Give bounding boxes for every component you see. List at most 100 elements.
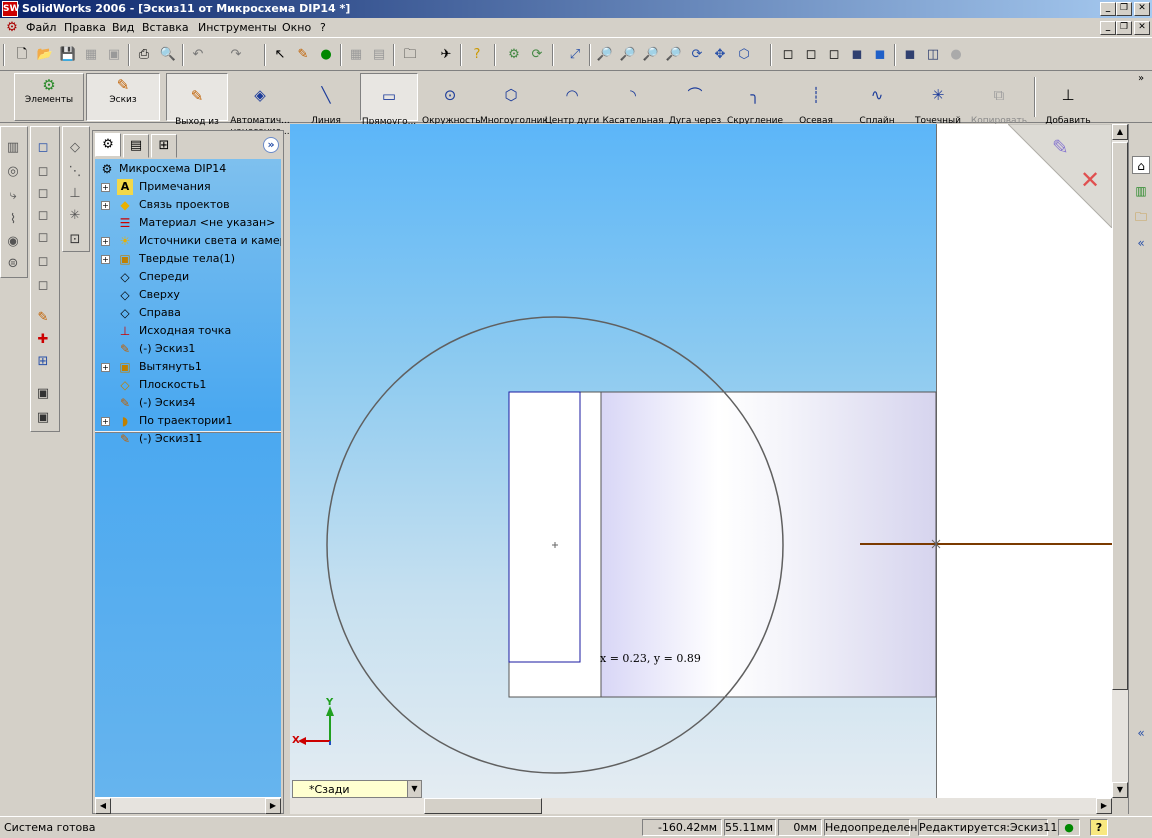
graphics-horizontal-scrollbar[interactable]: ▶ bbox=[290, 798, 1112, 814]
add-relation-button[interactable]: ⊥ Добавить взаимосв... bbox=[1040, 73, 1096, 137]
copy-entities-button[interactable]: ⧉ Копировать объекты bbox=[970, 73, 1028, 137]
loft-icon[interactable]: ⌇ bbox=[4, 211, 22, 229]
tree-item[interactable]: ✎ (-) Эскиз4 bbox=[95, 394, 281, 412]
stack-icon[interactable]: ▣ bbox=[34, 409, 52, 427]
tree-item[interactable]: + ☀ Источники света и камеры bbox=[95, 232, 281, 250]
section-view-icon[interactable]: ◫ bbox=[923, 45, 943, 65]
tab-feature-tree[interactable]: ⚙ bbox=[95, 133, 121, 157]
scroll-right-icon[interactable]: ▶ bbox=[1096, 798, 1112, 814]
home-icon[interactable]: ⌂ bbox=[1132, 156, 1150, 174]
tab-configuration-manager[interactable]: ⊞ bbox=[151, 134, 177, 158]
expand-icon[interactable]: + bbox=[101, 255, 110, 264]
print-preview-icon[interactable]: 🔍 bbox=[158, 45, 178, 65]
tab-property-manager[interactable]: ▤ bbox=[123, 134, 149, 158]
cube-outline-icon[interactable]: ◻ bbox=[34, 163, 52, 181]
tree-item[interactable]: + ◗ По траектории1 bbox=[95, 412, 281, 430]
expand-icon[interactable]: + bbox=[101, 201, 110, 210]
menu-file[interactable]: Файл bbox=[26, 21, 56, 34]
cube-icon[interactable]: ◻ bbox=[34, 139, 52, 157]
tree-item[interactable]: ◇ Справа bbox=[95, 304, 281, 322]
tree-item[interactable]: + ▣ Твердые тела(1) bbox=[95, 250, 281, 268]
cube-outline-icon[interactable]: ◻ bbox=[34, 253, 52, 271]
exit-sketch-corner-icon[interactable]: ✎ bbox=[1052, 135, 1069, 159]
auto-dimension-button[interactable]: ◈ Автоматич... нанесение... bbox=[230, 73, 290, 137]
feature-tree-scrollbar[interactable]: ◀ ▶ bbox=[95, 797, 281, 814]
3d-sketch-icon[interactable]: ⚙ bbox=[504, 45, 524, 65]
pattern-icon[interactable]: ⊜ bbox=[4, 255, 22, 273]
expand-icon[interactable]: + bbox=[101, 183, 110, 192]
scroll-up-icon[interactable]: ▲ bbox=[1112, 124, 1128, 140]
tangent-arc-button[interactable]: ◝ Касательная дуга bbox=[602, 73, 664, 137]
traffic-light-icon[interactable]: ● bbox=[316, 45, 336, 65]
save-all-icon[interactable]: ▦ bbox=[81, 45, 101, 65]
graphics-vertical-scrollbar[interactable]: ▲ ▼ bbox=[1112, 124, 1128, 798]
mate-reference-icon[interactable]: ⊡ bbox=[66, 231, 84, 249]
plane-tool-icon[interactable]: ◇ bbox=[66, 139, 84, 157]
cube-outline-icon[interactable]: ◻ bbox=[34, 185, 52, 203]
menu-window[interactable]: Окно bbox=[282, 21, 311, 34]
menu-edit[interactable]: Правка bbox=[64, 21, 106, 34]
axis-tool-icon[interactable]: ⋱ bbox=[66, 163, 84, 181]
expand-pane-icon[interactable]: « bbox=[1132, 234, 1150, 252]
help-icon[interactable]: ? bbox=[467, 45, 487, 65]
zoom-to-fit-icon[interactable]: 🔎 bbox=[595, 45, 615, 65]
menu-view[interactable]: Вид bbox=[112, 21, 134, 34]
menu-insert[interactable]: Вставка bbox=[142, 21, 189, 34]
tree-item[interactable]: + ▣ Вытянуть1 bbox=[95, 358, 281, 376]
properties-icon[interactable]: ▣ bbox=[104, 45, 124, 65]
fillet-button[interactable]: ╮ Скругление bbox=[726, 73, 784, 126]
rotate-view-icon[interactable]: ⟳ bbox=[687, 45, 707, 65]
add-sketch-icon[interactable]: ✚ bbox=[34, 331, 52, 349]
tab-features[interactable]: ⚙ Элементы bbox=[14, 73, 84, 121]
help-status-icon[interactable]: ? bbox=[1090, 819, 1108, 836]
redo-icon[interactable]: ↷ bbox=[226, 45, 246, 65]
tree-item[interactable]: ⊥ Исходная точка bbox=[95, 322, 281, 340]
cube-outline-icon[interactable]: ◻ bbox=[34, 277, 52, 295]
scroll-thumb[interactable] bbox=[1112, 142, 1128, 690]
cube-outline-icon[interactable]: ◻ bbox=[34, 229, 52, 247]
restore-button[interactable]: ❐ bbox=[1116, 2, 1132, 16]
sketch-rectangle[interactable] bbox=[508, 391, 581, 663]
centerline-button[interactable]: ┊ Осевая линия bbox=[790, 73, 842, 137]
menu-tools[interactable]: Инструменты bbox=[198, 21, 277, 34]
center-arc-button[interactable]: ◠ Центр дуги bbox=[544, 73, 600, 126]
tree-item[interactable]: ✎ (-) Эскиз11 bbox=[95, 430, 281, 448]
expand-icon[interactable]: + bbox=[101, 237, 110, 246]
file-explorer-icon[interactable]: 🗀 bbox=[1132, 208, 1150, 226]
zoom-to-selection-icon[interactable]: 🔎 bbox=[664, 45, 684, 65]
realview-icon[interactable]: ● bbox=[946, 45, 966, 65]
customize-icon[interactable]: ✈ bbox=[436, 45, 456, 65]
tree-item[interactable]: ☰ Материал <не указан> bbox=[95, 214, 281, 232]
rebuild-sketch-icon[interactable]: ✎ bbox=[293, 45, 313, 65]
hierarchy-icon[interactable]: ⊞ bbox=[34, 353, 52, 371]
close-button[interactable]: ✕ bbox=[1134, 2, 1150, 16]
scroll-left-icon[interactable]: ◀ bbox=[95, 798, 111, 814]
shadows-icon[interactable]: ◼ bbox=[900, 45, 920, 65]
scroll-right-icon[interactable]: ▶ bbox=[265, 798, 281, 814]
tab-sketch[interactable]: ✎ Эскиз bbox=[86, 73, 160, 121]
graphics-area[interactable]: x = 0.23, y = 0.89 Y X ✎ ✕ bbox=[290, 124, 1112, 798]
expand-pane-icon[interactable]: « bbox=[1132, 724, 1150, 742]
stack-icon[interactable]: ▣ bbox=[34, 385, 52, 403]
wireframe-icon[interactable]: ◻ bbox=[778, 45, 798, 65]
grid-icon[interactable]: ▦ bbox=[346, 45, 366, 65]
sketch-canvas[interactable] bbox=[290, 124, 1112, 798]
hidden-lines-visible-icon[interactable]: ◻ bbox=[801, 45, 821, 65]
save-icon[interactable]: 💾 bbox=[58, 45, 78, 65]
circle-button[interactable]: ⊙ Окружность bbox=[422, 73, 481, 126]
select-filter-icon[interactable]: ⤢ bbox=[565, 45, 585, 65]
collapse-panel-icon[interactable]: » bbox=[263, 137, 279, 153]
doc-restore-button[interactable]: ❐ bbox=[1116, 21, 1132, 35]
point-button[interactable]: ✳ Точечный bbox=[910, 73, 966, 126]
select-arrow-icon[interactable]: ↖ bbox=[270, 45, 290, 65]
expand-icon[interactable]: + bbox=[101, 363, 110, 372]
doc-close-button[interactable]: ✕ bbox=[1134, 21, 1150, 35]
scroll-thumb[interactable] bbox=[424, 798, 542, 814]
shell-icon[interactable]: ◉ bbox=[4, 233, 22, 251]
shaded-edges-icon[interactable]: ◼ bbox=[847, 45, 867, 65]
coordinate-system-icon[interactable]: ⊥ bbox=[66, 185, 84, 203]
sweep-tool-icon[interactable]: ⤷ bbox=[4, 187, 22, 205]
print-icon[interactable]: ⎙ bbox=[134, 45, 154, 65]
open-folder-icon[interactable]: 📂 bbox=[35, 45, 55, 65]
extrude-boss-icon[interactable]: ▥ bbox=[4, 139, 22, 157]
